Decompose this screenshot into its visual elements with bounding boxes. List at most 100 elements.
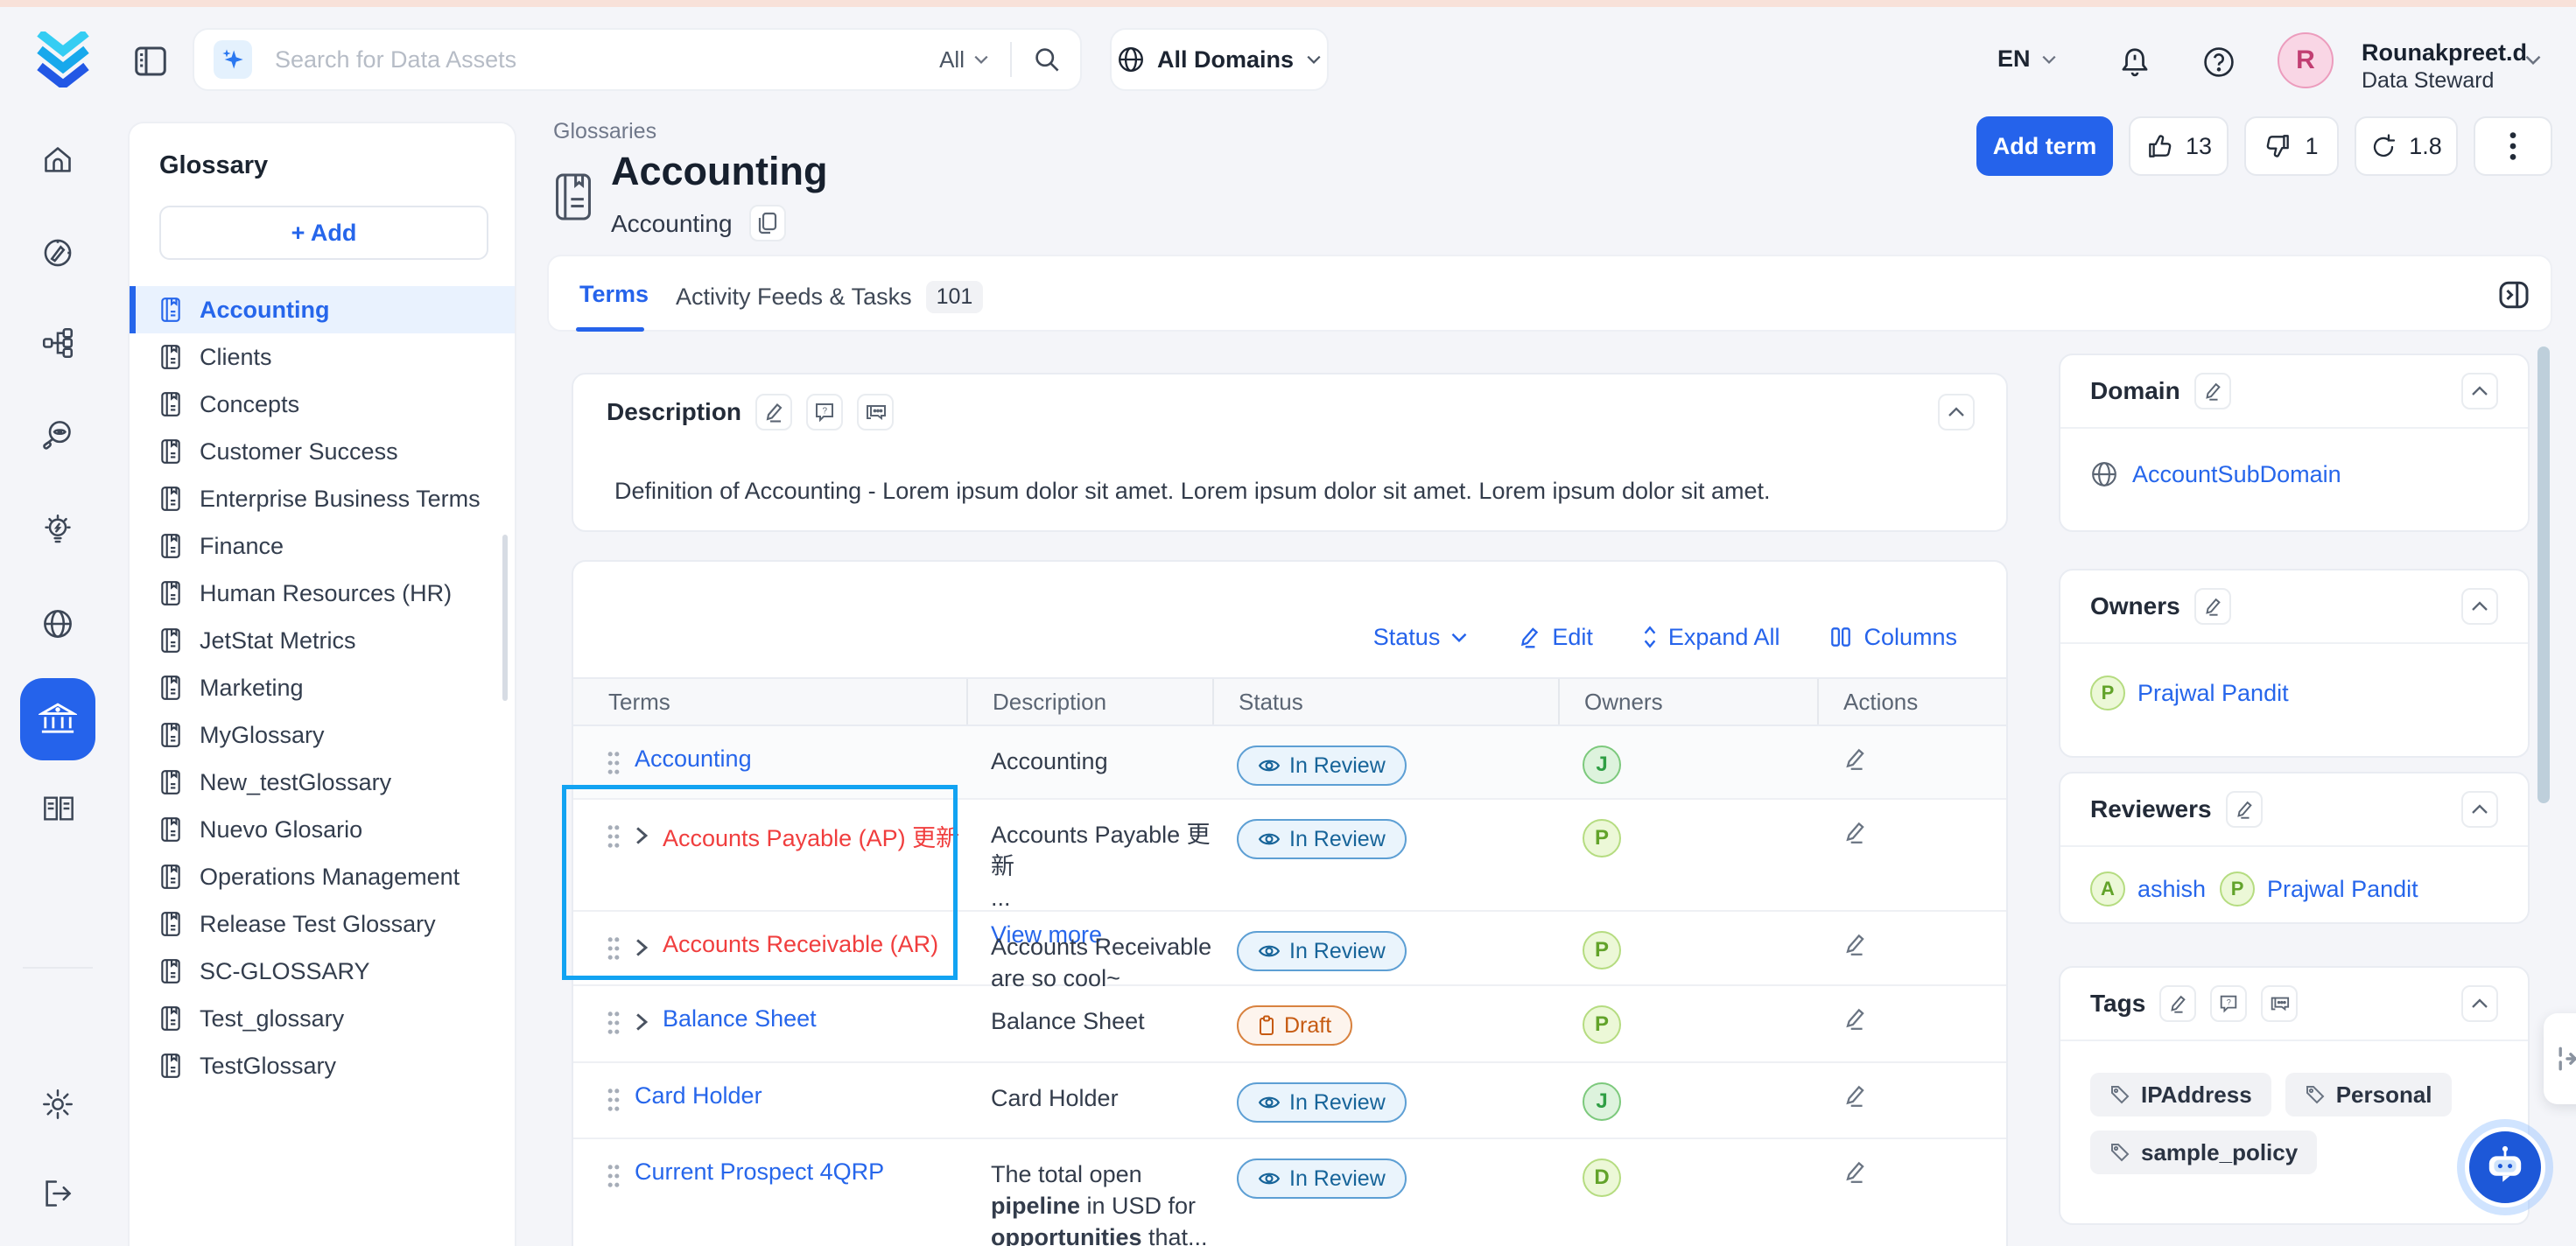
owners-edit-icon[interactable] [2194,588,2231,625]
tags-collapse-icon[interactable] [2461,985,2498,1022]
glossary-item[interactable]: Marketing [130,664,515,711]
user-avatar[interactable]: R [2278,32,2334,88]
glossary-item[interactable]: MyGlossary [130,711,515,759]
description-suggestions-icon[interactable] [857,394,894,430]
nav-web-icon[interactable] [42,608,74,640]
assistant-chat-button[interactable] [2465,1127,2545,1208]
tab-activity-feeds[interactable]: Activity Feeds & Tasks 101 [676,281,983,313]
tags-edit-icon[interactable] [2159,985,2196,1022]
glossary-item[interactable]: New_testGlossary [130,759,515,806]
tag-pill[interactable]: Personal [2285,1073,2452,1116]
person-name[interactable]: Prajwal Pandit [2137,680,2289,707]
tags-comment-icon[interactable]: ? [2210,985,2247,1022]
domain-collapse-icon[interactable] [2461,373,2498,410]
table-row[interactable]: Accounts Receivable (AR)Accounts Receiva… [573,912,2006,986]
term-link[interactable]: Accounting [635,746,752,773]
tab-terms[interactable]: Terms [579,281,649,308]
edit-button[interactable]: Edit [1517,624,1593,651]
language-dropdown[interactable]: EN [1997,46,2057,73]
nav-lineage-icon[interactable] [42,327,74,359]
term-link[interactable]: Accounts Payable (AP) 更新 [663,819,959,853]
columns-button[interactable]: Columns [1828,624,1957,651]
expand-all-button[interactable]: Expand All [1642,624,1780,651]
table-row[interactable]: Accounts Payable (AP) 更新Accounts Payable… [573,800,2006,912]
likes-button[interactable]: 13 [2129,116,2229,176]
main-scrollbar[interactable] [2537,346,2550,803]
owners-collapse-icon[interactable] [2461,588,2498,625]
glossary-item[interactable]: Human Resources (HR) [130,570,515,617]
drag-handle-icon[interactable] [607,1088,621,1112]
person-name[interactable]: Prajwal Pandit [2267,876,2418,903]
drag-handle-icon[interactable] [607,1011,621,1035]
description-comment-icon[interactable]: ? [806,394,843,430]
nav-governance-active[interactable] [20,678,95,760]
table-row[interactable]: Card HolderCard HolderIn ReviewJ [573,1063,2006,1139]
row-edit-icon[interactable] [1842,1005,2006,1032]
nav-insights-icon[interactable] [42,514,74,545]
term-link[interactable]: Balance Sheet [663,1005,817,1032]
description-collapse-icon[interactable] [1938,394,1975,430]
table-row[interactable]: Balance SheetBalance SheetDraftP [573,986,2006,1063]
description-edit-icon[interactable] [755,394,792,430]
glossary-item[interactable]: Enterprise Business Terms [130,475,515,522]
table-row[interactable]: Current Prospect 4QRPThe total open pipe… [573,1139,2006,1246]
tag-pill[interactable]: sample_policy [2090,1130,2317,1174]
nav-settings-icon[interactable] [42,1088,74,1120]
glossary-item[interactable]: Release Test Glossary [130,900,515,948]
all-domains-button[interactable]: All Domains [1110,28,1329,91]
reviewers-collapse-icon[interactable] [2461,791,2498,828]
person[interactable]: PPrajwal Pandit [2090,676,2289,710]
search-input[interactable]: Search for Data Assets [275,46,939,74]
row-edit-icon[interactable] [1842,931,2006,957]
glossary-item[interactable]: Concepts [130,381,515,428]
breadcrumb[interactable]: Glossaries [553,119,656,144]
copy-icon[interactable] [749,205,786,242]
add-glossary-button[interactable]: + Add [159,206,488,260]
domain-link[interactable]: AccountSubDomain [2132,461,2341,488]
row-edit-icon[interactable] [1842,746,2006,772]
nav-home-icon[interactable] [42,144,74,176]
nav-glossary-icon[interactable] [42,794,74,825]
user-info[interactable]: Rounakpreet.d Data Steward [2362,38,2527,94]
app-logo[interactable] [35,32,91,88]
reviewers-edit-icon[interactable] [2226,791,2263,828]
glossary-scrollbar[interactable] [502,535,508,701]
expand-chevron-icon[interactable] [635,938,649,957]
expand-chevron-icon[interactable] [635,826,649,845]
more-actions-button[interactable] [2474,116,2552,176]
person-name[interactable]: ashish [2137,876,2206,903]
glossary-item[interactable]: Test_glossary [130,995,515,1042]
person[interactable]: Aashish [2090,872,2206,906]
person[interactable]: PPrajwal Pandit [2220,872,2418,906]
glossary-item[interactable]: Accounting [130,286,515,333]
table-row[interactable]: AccountingAccountingIn ReviewJ [573,726,2006,800]
nav-logout-icon[interactable] [42,1178,74,1209]
drag-handle-icon[interactable] [607,1164,621,1188]
notifications-bell-icon[interactable] [2118,46,2151,79]
term-link[interactable]: Current Prospect 4QRP [635,1158,884,1186]
status-filter-dropdown[interactable]: Status [1373,624,1469,651]
glossary-item[interactable]: JetStat Metrics [130,617,515,664]
score-button[interactable]: 1.8 [2355,116,2458,176]
side-drawer-handle[interactable] [2544,1013,2576,1104]
tag-pill[interactable]: IPAddress [2090,1073,2271,1116]
help-icon[interactable] [2202,46,2236,79]
domain-edit-icon[interactable] [2194,373,2231,410]
search-scope-dropdown[interactable]: All [939,46,989,74]
sidebar-toggle-icon[interactable] [133,44,168,79]
nav-discovery-icon[interactable] [42,419,74,451]
glossary-item[interactable]: Nuevo Glosario [130,806,515,853]
drag-handle-icon[interactable] [607,824,621,849]
row-edit-icon[interactable] [1842,1082,2006,1109]
collapse-panel-icon[interactable] [2493,274,2535,316]
glossary-item[interactable]: Customer Success [130,428,515,475]
dislikes-button[interactable]: 1 [2244,116,2339,176]
glossary-item[interactable]: TestGlossary [130,1042,515,1089]
tags-suggestions-icon[interactable] [2261,985,2298,1022]
global-search[interactable]: Search for Data Assets All [193,28,1082,91]
glossary-item[interactable]: Finance [130,522,515,570]
row-edit-icon[interactable] [1842,819,2006,845]
expand-chevron-icon[interactable] [635,1012,649,1032]
nav-explore-icon[interactable] [42,237,74,269]
user-menu-chevron-icon[interactable] [2524,54,2542,66]
